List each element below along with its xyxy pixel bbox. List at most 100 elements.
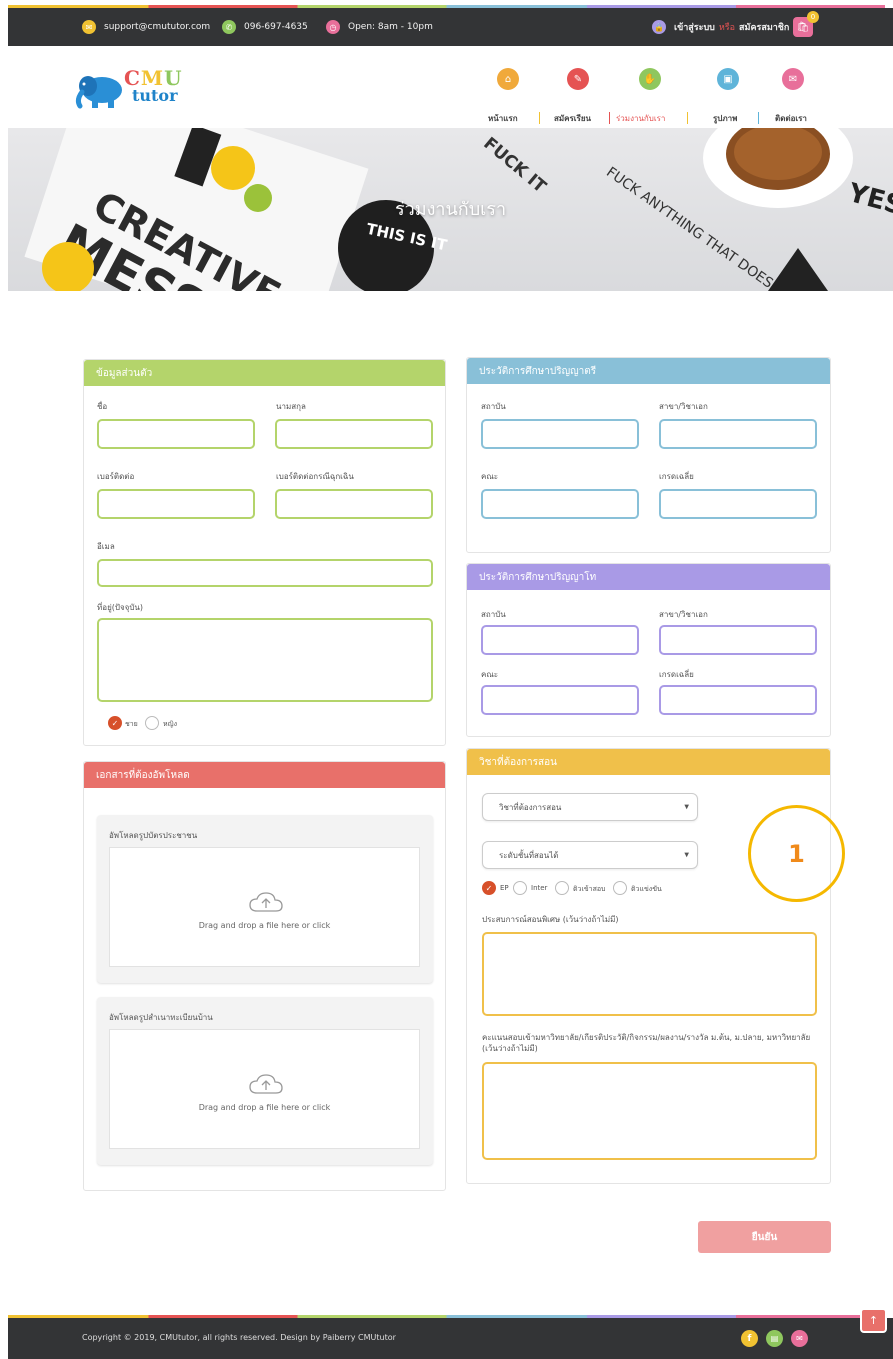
email-label: อีเมล (97, 542, 115, 551)
option-inter-radio[interactable] (513, 881, 527, 895)
submit-label: ยืนยัน (751, 1231, 778, 1243)
annotation-marker: 1 (748, 805, 845, 902)
experience-textarea[interactable] (482, 932, 817, 1016)
site-header: CMU tutor ⌂ หน้าแรก ✎ สมัครเรียน ✋ ร่วมง… (8, 46, 893, 128)
submit-button[interactable]: ยืนยัน (698, 1221, 831, 1253)
cart-button[interactable]: 🛍 0 (793, 11, 819, 37)
bachelor-faculty-input[interactable] (481, 489, 639, 519)
option-inter-label: Inter (531, 884, 548, 892)
experience-label: ประสบการณ์สอนพิเศษ (เว้นว่างถ้าไม่มี) (482, 915, 619, 924)
nav-gallery-label: รูปภาพ (713, 114, 738, 123)
last-name-input[interactable] (275, 419, 433, 449)
logo-tutor-text: tutor (132, 86, 178, 105)
open-hours: ◷ Open: 8am - 10pm (326, 8, 433, 46)
master-gpa-input[interactable] (659, 685, 817, 715)
dropzone-text: Drag and drop a file here or click (198, 1103, 331, 1112)
subject-select-value: วิชาที่ต้องการสอน (499, 802, 562, 812)
master-major-label: สาขา/วิชาเอก (659, 610, 708, 619)
option-ep-radio[interactable]: ✓ (482, 881, 496, 895)
account-links: 🔒 เข้าสู่ระบบ หรือ สมัครสมาชิก (652, 8, 789, 46)
master-faculty-input[interactable] (481, 685, 639, 715)
facebook-icon[interactable]: f (741, 1330, 758, 1347)
phone-text: 096-697-4635 (244, 22, 308, 32)
bachelor-education-panel: ประวัติการศึกษาปริญญาตรี สถาบัน สาขา/วิช… (466, 357, 831, 553)
scores-textarea[interactable] (482, 1062, 817, 1160)
panel-title: ข้อมูลส่วนตัว (84, 360, 445, 386)
option-exam-prep-label: ติวเข้าสอบ (573, 885, 606, 893)
login-link[interactable]: เข้าสู่ระบบ (674, 20, 715, 34)
panel-title: เอกสารที่ต้องอัพโหลด (84, 762, 445, 788)
master-major-input[interactable] (659, 625, 817, 655)
house-registration-dropzone[interactable]: Drag and drop a file here or click (109, 1029, 420, 1149)
lock-icon: 🔒 (652, 20, 666, 34)
nav-divider (758, 112, 759, 124)
subject-select[interactable]: วิชาที่ต้องการสอน ▼ (482, 793, 698, 821)
phone-icon: ✆ (222, 20, 236, 34)
master-gpa-label: เกรดเฉลี่ย (659, 670, 694, 679)
nav-divider (539, 112, 540, 124)
phone-contact[interactable]: ✆ 096-697-4635 (222, 8, 308, 46)
level-select-value: ระดับชั้นที่สอนได้ (499, 850, 559, 860)
nav-enroll-label: สมัครเรียน (554, 114, 591, 123)
top-bar: ✉ support@cmututor.com ✆ 096-697-4635 ◷ … (8, 8, 893, 46)
first-name-input[interactable] (97, 419, 255, 449)
pencil-icon: ✎ (567, 68, 589, 90)
mail-icon: ✉ (782, 68, 804, 90)
nav-home-label: หน้าแรก (488, 114, 518, 123)
bachelor-institution-input[interactable] (481, 419, 639, 449)
cart-icon: 🛍 (796, 21, 810, 33)
master-institution-input[interactable] (481, 625, 639, 655)
option-competition-radio[interactable] (613, 881, 627, 895)
gender-female-radio[interactable] (145, 716, 159, 730)
option-ep-label: EP (500, 884, 509, 892)
email-text: support@cmututor.com (104, 22, 211, 32)
cart-count-badge: 0 (807, 11, 819, 23)
mail-icon[interactable]: ✉ (791, 1330, 808, 1347)
elephant-logo-icon (75, 76, 122, 109)
mail-icon: ✉ (82, 20, 96, 34)
back-to-top-button[interactable]: ↑ (860, 1308, 887, 1333)
bachelor-faculty-label: คณะ (481, 472, 499, 481)
panel-title: วิชาที่ต้องการสอน (467, 749, 830, 775)
bachelor-gpa-input[interactable] (659, 489, 817, 519)
nav-home[interactable]: ⌂ หน้าแรก (478, 46, 538, 128)
email-input[interactable] (97, 559, 433, 587)
nav-join-us[interactable]: ✋ ร่วมงานกับเรา (614, 46, 686, 128)
address-textarea[interactable] (97, 618, 433, 702)
first-name-label: ชื่อ (97, 402, 108, 411)
gender-male-radio[interactable]: ✓ (108, 716, 122, 730)
bachelor-gpa-label: เกรดเฉลี่ย (659, 472, 694, 481)
nav-enroll[interactable]: ✎ สมัครเรียน (548, 46, 608, 128)
gender-male-label: ชาย (125, 720, 138, 728)
site-footer: Copyright © 2019, CMUtutor, all rights r… (8, 1308, 893, 1359)
nav-contact[interactable]: ✉ ติดต่อเรา (763, 46, 823, 128)
scores-label: คะแนนสอบเข้ามหาวิทยาลัย/เกียรติประวัติ/ก… (482, 1033, 811, 1053)
handshake-icon: ✋ (639, 68, 661, 90)
master-faculty-label: คณะ (481, 670, 499, 679)
nav-contact-label: ติดต่อเรา (775, 114, 807, 123)
phone-input[interactable] (97, 489, 255, 519)
image-icon: ▣ (717, 68, 739, 90)
nav-join-us-label: ร่วมงานกับเรา (616, 114, 666, 123)
hours-text: Open: 8am - 10pm (348, 22, 433, 32)
logo[interactable]: CMU tutor (74, 66, 204, 111)
level-select[interactable]: ระดับชั้นที่สอนได้ ▼ (482, 841, 698, 869)
phone-label: เบอร์ติดต่อ (97, 472, 135, 481)
bachelor-major-input[interactable] (659, 419, 817, 449)
register-link[interactable]: สมัครสมาชิก (739, 20, 789, 34)
hero-banner: CREATIVE MESS THIS IS IT FUCK IT FUCK AN… (8, 128, 893, 291)
nav-divider (687, 112, 688, 124)
address-label: ที่อยู่(ปัจจุบัน) (97, 603, 144, 612)
house-registration-upload-box: อัพโหลดรูปสำเนาทะเบียนบ้าน Drag and drop… (97, 997, 433, 1165)
email-contact[interactable]: ✉ support@cmututor.com (82, 8, 210, 46)
nav-gallery[interactable]: ▣ รูปภาพ (698, 46, 758, 128)
line-icon[interactable]: ▤ (766, 1330, 783, 1347)
panel-title: ประวัติการศึกษาปริญญาโท (467, 564, 830, 590)
master-education-panel: ประวัติการศึกษาปริญญาโท สถาบัน สาขา/วิชา… (466, 563, 831, 737)
emergency-phone-input[interactable] (275, 489, 433, 519)
clock-icon: ◷ (326, 20, 340, 34)
house-registration-upload-label: อัพโหลดรูปสำเนาทะเบียนบ้าน (109, 1013, 213, 1022)
id-card-dropzone[interactable]: Drag and drop a file here or click (109, 847, 420, 967)
emergency-phone-label: เบอร์ติดต่อกรณีฉุกเฉิน (276, 472, 354, 481)
option-exam-prep-radio[interactable] (555, 881, 569, 895)
